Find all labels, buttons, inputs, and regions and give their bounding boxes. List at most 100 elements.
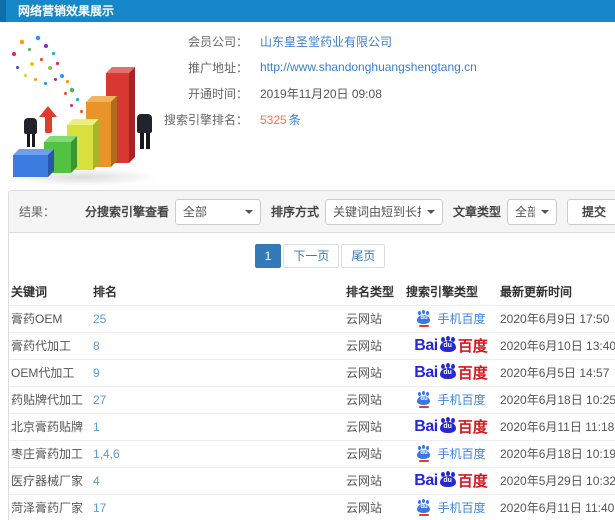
result-panel: 结果： 分搜索引擎查看 全部 排序方式 关键词由短到长排序 文章类型 全部 提交… [8, 190, 615, 520]
mobile-baidu-label: 手机百度 [437, 312, 486, 326]
baidu-paw-icon: du [439, 336, 457, 352]
table-row: 北京膏药贴牌 1 云网站 Bai du 百度 2020年6月11日 11:18 [9, 412, 615, 440]
confetti-dot [30, 62, 34, 66]
cell-keyword: 菏泽膏药厂家 [9, 493, 91, 520]
table-row: 膏药代加工 8 云网站 Bai du 百度 2020年6月10日 13:40 [9, 331, 615, 359]
filters: 分搜索引擎查看 全部 排序方式 关键词由短到长排序 文章类型 全部 [75, 198, 557, 225]
result-panel-heading: 结果： 分搜索引擎查看 全部 排序方式 关键词由短到长排序 文章类型 全部 提交 [9, 191, 615, 233]
cell-updated: 2020年6月5日 14:57 [498, 358, 615, 386]
page-link[interactable]: 尾页 [341, 244, 386, 268]
page-current[interactable]: 1 [254, 244, 282, 268]
table-header-row: 关键词 排名 排名类型 搜索引擎类型 最新更新时间 [9, 279, 615, 305]
confetti-dot [64, 92, 67, 95]
cell-engine: du 手机百度 [404, 385, 498, 413]
cell-engine: Bai du 百度 [404, 412, 498, 440]
cell-engine: Bai du 百度 [404, 331, 498, 359]
cell-rank[interactable]: 8 [91, 331, 344, 359]
chevron-down-icon [540, 209, 549, 214]
cell-rank[interactable]: 9 [91, 358, 344, 386]
confetti-dot [65, 79, 70, 84]
submit-button[interactable]: 提交 [566, 198, 615, 225]
mobile-baidu-paw-icon: du [416, 445, 431, 462]
cell-updated: 2020年6月18日 10:25 [498, 385, 615, 413]
confetti-dot [19, 39, 25, 45]
confetti-dot [44, 44, 48, 48]
cell-keyword: OEM代加工 [9, 358, 91, 386]
mobile-baidu-logo: du 手机百度 [416, 499, 486, 516]
cell-engine: du 手机百度 [404, 439, 498, 467]
baidu-paw-icon: du [439, 417, 457, 433]
cell-keyword: 药贴牌代加工 [9, 385, 91, 413]
info-field-label: 搜索引擎排名： [163, 112, 248, 127]
cell-rank-type: 云网站 [344, 439, 404, 467]
mobile-baidu-logo: du 手机百度 [416, 445, 486, 462]
cell-keyword: 枣庄膏药加工 [9, 439, 91, 467]
table-row: 药贴牌代加工 27 云网站 du 手机百度 2020年6月18日 10:25 [9, 385, 615, 413]
confetti-dot [70, 104, 73, 107]
baidu-logo: Bai du 百度 [414, 471, 488, 490]
cell-engine: Bai du 百度 [404, 358, 498, 386]
info-field-link[interactable]: 山东皇圣堂药业有限公司 [260, 33, 392, 50]
ranking-count: 5325 [260, 112, 287, 127]
header-bar: 网络营销效果展示 [0, 0, 615, 22]
cell-engine: du 手机百度 [404, 304, 498, 332]
cell-rank-type: 云网站 [344, 304, 404, 332]
table-row: 膏药OEM 25 云网站 du 手机百度 2020年6月9日 17:50 [9, 304, 615, 332]
filter-label: 排序方式 [270, 205, 319, 219]
info-fields: 会员公司： 山东皇圣堂药业有限公司 推广地址： http://www.shand… [150, 32, 477, 136]
businessman-icon [24, 118, 37, 147]
info-field-link[interactable]: http://www.shandonghuangshengtang.cn [260, 60, 477, 74]
info-field: 推广地址： http://www.shandonghuangshengtang.… [150, 58, 477, 76]
confetti-dot [54, 78, 57, 81]
column-header: 排名 [93, 285, 118, 300]
cell-rank[interactable]: 25 [91, 304, 344, 332]
info-field-label: 开通时间： [187, 86, 248, 101]
filter-select[interactable]: 全部 [506, 198, 557, 225]
confetti-dot [12, 52, 16, 56]
filter-select-value: 全部 [514, 205, 535, 219]
mobile-baidu-label: 手机百度 [437, 501, 486, 516]
column-header: 排名类型 [346, 285, 395, 300]
filter-select[interactable]: 关键词由短到长排序 [324, 198, 443, 225]
cell-rank-type: 云网站 [344, 493, 404, 520]
mobile-baidu-logo: du 手机百度 [416, 310, 486, 327]
info-field-label: 会员公司： [187, 34, 248, 49]
chevron-down-icon [244, 209, 253, 214]
info-field: 会员公司： 山东皇圣堂药业有限公司 [150, 32, 477, 50]
confetti-dot [39, 57, 44, 62]
cell-updated: 2020年6月18日 10:19 [498, 439, 615, 467]
confetti-dot [55, 61, 60, 66]
info-field-label: 推广地址： [187, 60, 248, 75]
cell-updated: 2020年6月11日 11:40 [498, 493, 615, 520]
filter-label: 文章类型 [452, 205, 501, 219]
cell-rank[interactable]: 17 [91, 493, 344, 520]
filter-select-value: 关键词由短到长排序 [332, 205, 421, 219]
cell-rank[interactable]: 27 [91, 385, 344, 413]
mobile-baidu-label: 手机百度 [437, 447, 486, 461]
confetti-dot [75, 97, 80, 102]
cell-engine: du 手机百度 [404, 493, 498, 520]
cell-keyword: 北京膏药贴牌 [9, 412, 91, 440]
table-row: 菏泽膏药厂家 17 云网站 du 手机百度 2020年6月11日 11:40 [9, 493, 615, 520]
confetti-dot [43, 81, 48, 86]
baidu-paw-icon: du [439, 471, 457, 487]
cell-rank[interactable]: 4 [91, 466, 344, 494]
cell-rank-type: 云网站 [344, 385, 404, 413]
baidu-paw-icon: du [439, 363, 457, 379]
table-row: OEM代加工 9 云网站 Bai du 百度 2020年6月5日 14:57 [9, 358, 615, 386]
confetti-dot [60, 74, 64, 78]
cell-updated: 2020年6月11日 11:18 [498, 412, 615, 440]
result-panel-body: 1 下一页 尾页 关键词 排名 排名类型 搜索引擎类型 最新更新时间 膏药OEM 25 云网… [9, 233, 615, 520]
confetti-dot [23, 73, 28, 78]
cell-updated: 2020年6月10日 13:40 [498, 331, 615, 359]
baidu-logo: Bai du 百度 [414, 417, 488, 436]
page-link[interactable]: 下一页 [283, 244, 340, 268]
cell-rank[interactable]: 1 [91, 412, 344, 440]
ranking-count-unit: 条 [288, 112, 301, 127]
cell-rank-type: 云网站 [344, 358, 404, 386]
filter-select[interactable]: 全部 [174, 198, 261, 225]
cell-rank[interactable]: 1,4,6 [91, 439, 344, 467]
confetti-dot [35, 35, 41, 41]
mobile-baidu-logo: du 手机百度 [416, 391, 486, 408]
mobile-baidu-paw-icon: du [416, 499, 431, 516]
